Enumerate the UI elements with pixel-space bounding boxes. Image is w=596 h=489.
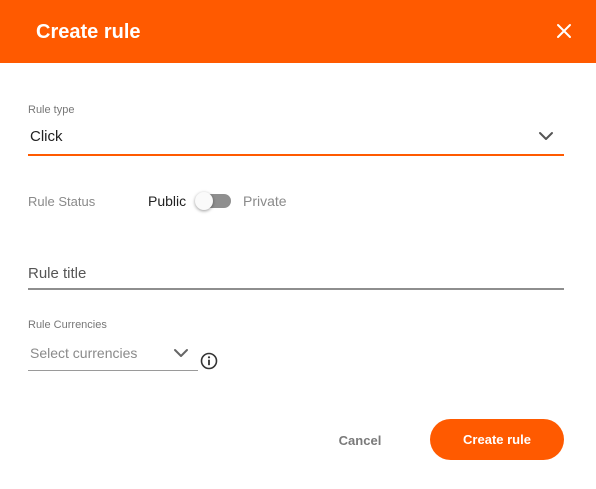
rule-currencies-label: Rule Currencies [28,319,107,331]
rule-type-select[interactable]: Click [28,120,564,156]
chevron-down-icon [174,349,188,357]
rule-status-toggle[interactable] [195,192,233,210]
rule-title-input[interactable] [28,258,564,290]
rule-status-label: Rule Status [28,194,96,209]
close-icon [557,24,571,38]
status-option-private[interactable]: Private [243,193,287,209]
toggle-knob [195,192,213,210]
status-option-public[interactable]: Public [148,193,186,209]
create-rule-button[interactable]: Create rule [430,419,564,460]
info-icon[interactable] [199,351,219,371]
chevron-down-icon [539,132,553,140]
currency-select[interactable]: Select currencies [28,337,198,371]
dialog-title: Create rule [36,21,141,43]
close-button[interactable] [552,19,576,43]
rule-type-label: Rule type [28,104,75,116]
currency-placeholder: Select currencies [30,345,138,361]
cancel-button[interactable]: Cancel [330,426,390,454]
rule-type-value: Click [30,128,63,145]
dialog-header: Create rule [0,0,596,63]
create-rule-dialog: Create rule Rule type Click Rule Status … [0,0,596,489]
